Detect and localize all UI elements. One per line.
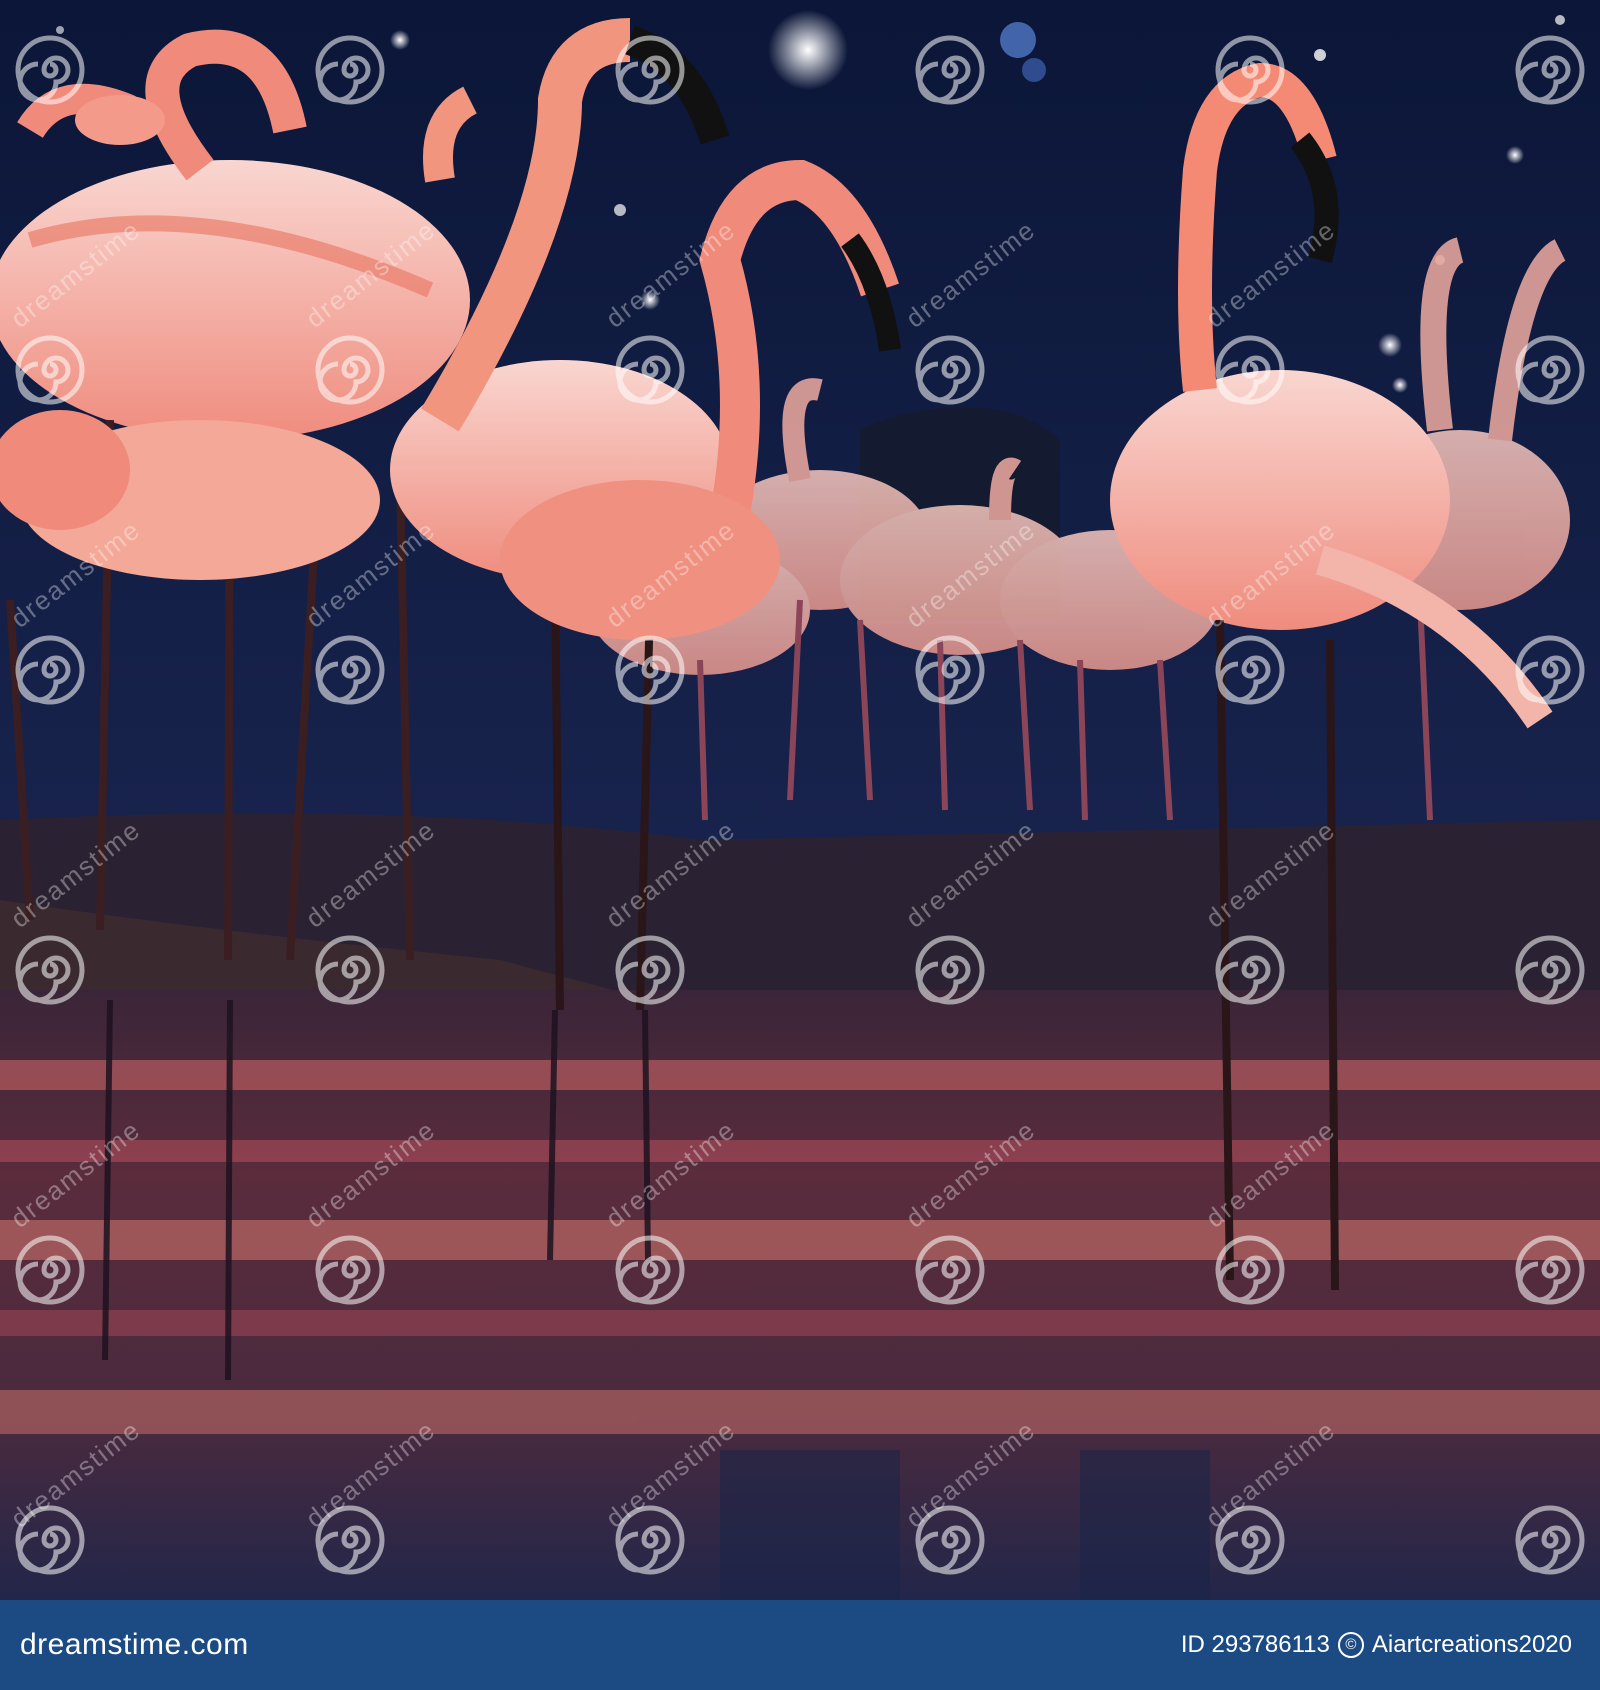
stock-photo-page: dreamstime dreamstime dreamstime dreamstime… xyxy=(0,0,1600,1690)
image-credit: ID 293786113 © Aiartcreations2020 xyxy=(1181,1631,1572,1659)
brand-text: dreamstime.com xyxy=(20,1628,249,1661)
author-name[interactable]: Aiartcreations2020 xyxy=(1372,1631,1572,1659)
flamingo-photo xyxy=(0,0,1600,1600)
copyright-icon: © xyxy=(1337,1632,1364,1658)
image-id: ID 293786113 xyxy=(1180,1631,1330,1658)
dreamstime-brand[interactable]: dreamstime.com xyxy=(20,1628,249,1662)
stock-footer-bar: dreamstime.com ID 293786113 © Aiartcreat… xyxy=(0,1600,1600,1690)
